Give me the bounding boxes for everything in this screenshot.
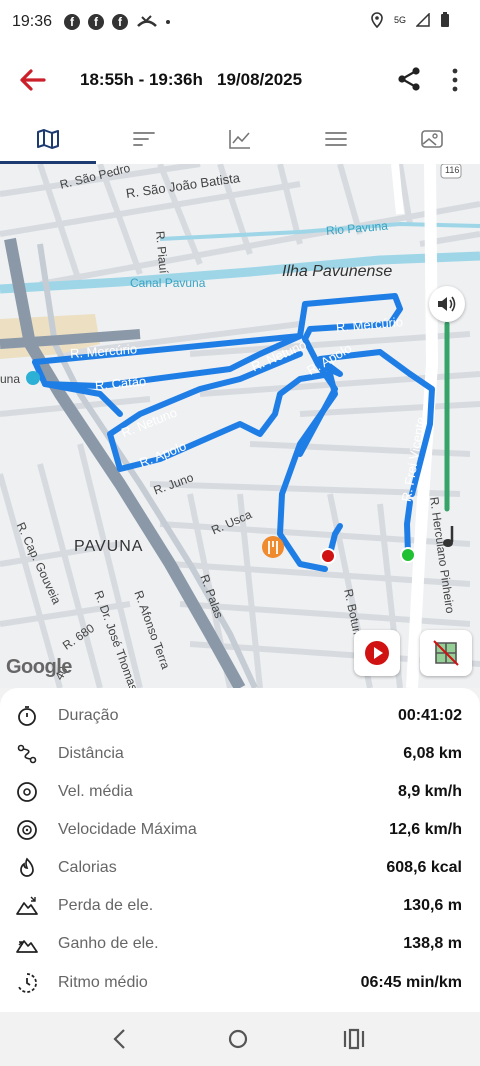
- signal-icon: [416, 13, 430, 27]
- nav-home-icon[interactable]: [224, 1026, 252, 1052]
- nav-back-icon[interactable]: [106, 1026, 134, 1052]
- nav-recents-icon[interactable]: [338, 1026, 366, 1052]
- stat-value: 12,6 km/h: [389, 821, 462, 838]
- stat-label: Vel. média: [58, 783, 133, 800]
- more-options-icon[interactable]: [446, 66, 464, 94]
- music-note-icon: [443, 526, 454, 547]
- elevation-gain-icon: [16, 940, 38, 953]
- activity-title: 18:55h - 19:36h 19/08/2025: [80, 70, 303, 89]
- stat-label: Velocidade Máxima: [58, 821, 197, 838]
- route-icon: [17, 744, 37, 764]
- network-type: 5G: [393, 15, 406, 25]
- status-time: 19:36: [12, 13, 53, 30]
- battery-icon: [441, 12, 449, 27]
- flame-icon: [20, 857, 34, 877]
- tab-list[interactable]: [288, 114, 384, 164]
- canal-label: Canal Pavuna: [130, 276, 206, 290]
- stat-label: Ganho de ele.: [58, 935, 159, 952]
- road-shield-label: 116: [445, 165, 460, 175]
- stat-row-calories: Calorias 608,6 kcal: [0, 849, 480, 887]
- pace-icon: [18, 973, 37, 993]
- map-layer-icon: [433, 640, 459, 666]
- share-icon[interactable]: [396, 66, 422, 92]
- stat-row-distance: Distância 6,08 km: [0, 735, 480, 773]
- start-marker[interactable]: [400, 547, 416, 563]
- music-button[interactable]: [440, 524, 462, 550]
- neighborhood-label: PAVUNA: [74, 538, 144, 555]
- volume-button[interactable]: [429, 286, 465, 322]
- end-marker[interactable]: [320, 548, 336, 564]
- dot-icon: [166, 20, 170, 24]
- stat-row-max-speed: Velocidade Máxima 12,6 km/h: [0, 811, 480, 849]
- notification-icons: f f f: [64, 14, 170, 30]
- facebook-icon: f: [112, 14, 128, 30]
- stat-row-pace: Ritmo médio 06:45 min/km: [0, 964, 480, 1002]
- stat-label: Calorias: [58, 859, 117, 876]
- stat-row-avg-speed: Vel. média 8,9 km/h: [0, 773, 480, 811]
- tab-chart[interactable]: [192, 114, 288, 164]
- system-nav-bar: [0, 1012, 480, 1066]
- replay-button[interactable]: [354, 630, 400, 676]
- max-speed-icon: [17, 820, 37, 840]
- stat-value: 6,08 km: [403, 745, 462, 762]
- stat-row-elevation-gain: Ganho de ele. 138,8 m: [0, 925, 480, 963]
- facebook-icon: f: [64, 14, 80, 30]
- stat-row-elevation-loss: Perda de ele. 130,6 m: [0, 887, 480, 925]
- chart-icon: [229, 130, 250, 149]
- tab-photos[interactable]: [384, 114, 480, 164]
- back-arrow-icon[interactable]: [18, 66, 46, 94]
- elevation-loss-icon: [16, 896, 38, 915]
- stat-value: 608,6 kcal: [386, 859, 462, 876]
- stats-panel: Duração 00:41:02 Distância 6,08 km Vel. …: [0, 688, 480, 1012]
- stopwatch-icon: [18, 706, 36, 726]
- stat-label: Perda de ele.: [58, 897, 154, 914]
- stat-value: 8,9 km/h: [397, 783, 462, 800]
- map-base: [0, 164, 480, 688]
- missed-call-icon: [137, 15, 157, 27]
- stat-value: 138,8 m: [403, 935, 462, 952]
- app-bar: 18:55h - 19:36h 19/08/2025: [0, 46, 480, 114]
- map-icon: [37, 129, 59, 149]
- facebook-icon: f: [88, 14, 104, 30]
- list-icon: [325, 132, 347, 146]
- map-type-button[interactable]: [420, 630, 472, 676]
- play-icon: [365, 641, 389, 665]
- stat-label: Ritmo médio: [58, 974, 148, 991]
- system-icons: 5G: [370, 12, 450, 28]
- tab-segments[interactable]: [96, 114, 192, 164]
- location-icon: [371, 12, 383, 28]
- station-label: una: [0, 372, 21, 386]
- volume-icon: [438, 296, 456, 312]
- stat-label: Distância: [58, 745, 124, 762]
- tab-map[interactable]: [0, 114, 96, 164]
- segments-icon: [133, 132, 155, 146]
- stat-row-duration: Duração 00:41:02: [0, 697, 480, 735]
- stat-value: 130,6 m: [403, 897, 462, 914]
- stat-value: 00:41:02: [397, 707, 462, 724]
- station-icon: [26, 371, 40, 385]
- speed-icon: [17, 782, 37, 802]
- status-bar: 19:36 f f f 5G: [0, 0, 480, 46]
- route-map[interactable]: R. São Pedro R. São João Batista R. Piau…: [0, 164, 480, 688]
- stat-label: Duração: [58, 707, 119, 724]
- google-attribution: Google: [6, 656, 72, 678]
- stat-value: 06:45 min/km: [360, 974, 462, 991]
- tab-bar: [0, 114, 480, 164]
- photo-icon: [421, 130, 443, 148]
- island-label: Ilha Pavunense: [282, 263, 393, 280]
